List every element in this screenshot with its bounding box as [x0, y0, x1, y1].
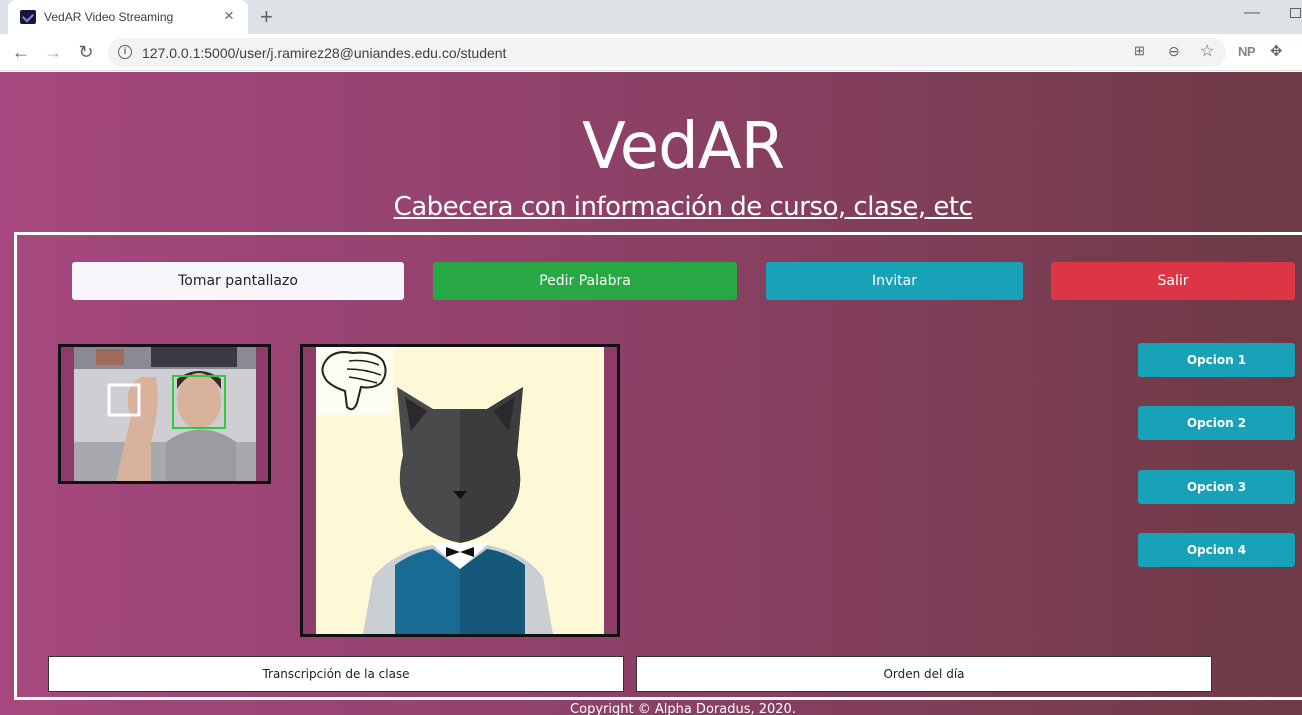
- invite-button[interactable]: Invitar: [766, 262, 1023, 300]
- tab-close-icon[interactable]: ×: [224, 7, 234, 25]
- option-1-button[interactable]: Opcion 1: [1138, 343, 1295, 377]
- page-content: VedAR Cabecera con información de curso,…: [0, 72, 1302, 715]
- page-title: VedAR: [581, 110, 785, 184]
- copyright-footer: Copyright © Alpha Doradus, 2020.: [570, 702, 796, 715]
- cat-avatar-image: [303, 347, 617, 634]
- browser-tab-bar: VedAR Video Streaming × + —: [0, 0, 1302, 34]
- reload-icon[interactable]: ↻: [74, 40, 98, 64]
- extensions-puzzle-icon[interactable]: ✥: [1270, 42, 1283, 60]
- forward-icon[interactable]: →: [41, 40, 65, 64]
- screenshot-button[interactable]: Tomar pantallazo: [72, 262, 404, 300]
- maximize-icon[interactable]: [1290, 8, 1301, 18]
- tab-title: VedAR Video Streaming: [44, 10, 174, 24]
- course-header-link[interactable]: Cabecera con información de curso, clase…: [0, 192, 1302, 222]
- webcam-feed: [58, 344, 271, 484]
- option-3-button[interactable]: Opcion 3: [1138, 470, 1295, 504]
- agenda-field[interactable]: Orden del día: [636, 656, 1212, 692]
- option-2-button[interactable]: Opcion 2: [1138, 406, 1295, 440]
- zoom-icon[interactable]: ⊖: [1168, 43, 1180, 60]
- option-4-button[interactable]: Opcion 4: [1138, 533, 1295, 567]
- new-tab-icon[interactable]: +: [260, 4, 273, 30]
- exit-button[interactable]: Salir: [1051, 262, 1295, 300]
- vedar-favicon-icon: [20, 10, 36, 24]
- avatar-video: [300, 344, 620, 637]
- address-bar[interactable]: i 127.0.0.1:5000/user/j.ramirez28@uniand…: [108, 38, 1226, 67]
- translate-icon[interactable]: ⊞: [1134, 43, 1145, 59]
- browser-tab[interactable]: VedAR Video Streaming ×: [8, 0, 248, 34]
- webcam-image: [61, 347, 268, 481]
- class-transcription-field[interactable]: Transcripción de la clase: [48, 656, 624, 692]
- minimize-icon[interactable]: —: [1244, 4, 1260, 22]
- back-icon[interactable]: ←: [9, 40, 33, 64]
- browser-toolbar: ← → ↻ i 127.0.0.1:5000/user/j.ramirez28@…: [0, 34, 1302, 71]
- np-extension-icon[interactable]: NP: [1238, 44, 1256, 59]
- url-text[interactable]: 127.0.0.1:5000/user/j.ramirez28@uniandes…: [142, 45, 506, 61]
- bookmark-star-icon[interactable]: ☆: [1200, 41, 1214, 61]
- request-word-button[interactable]: Pedir Palabra: [433, 262, 737, 300]
- site-info-icon[interactable]: i: [118, 45, 132, 59]
